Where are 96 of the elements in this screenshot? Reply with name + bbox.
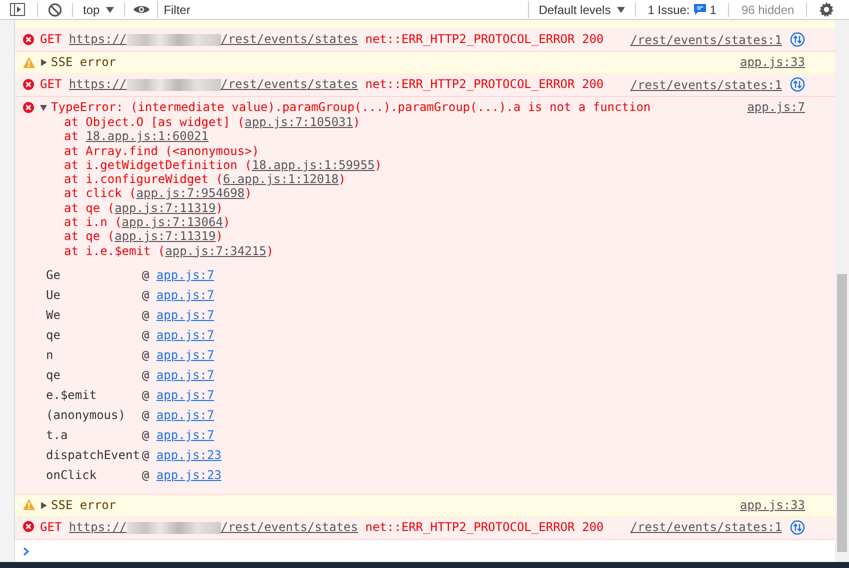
stack-trace-line: at i.getWidgetDefinition (18.app.js:1:59955) [64,158,383,172]
warning-message: SSE error [51,55,116,69]
frame-source-link[interactable]: app.js:7 [156,268,214,282]
issues-button[interactable]: 1 Issue: 1 [642,0,722,19]
at-sign: @ [142,448,150,462]
levels-dropdown[interactable]: Default levels [534,0,629,19]
context-dropdown[interactable]: top [79,0,118,19]
frame-source-link[interactable]: app.js:7 [156,368,214,382]
at-sign: @ [142,268,150,282]
source-link[interactable]: app.js:33 [740,55,805,69]
clear-console-icon[interactable] [48,2,62,16]
error-icon [23,34,34,44]
function-name: We [46,306,62,324]
function-name: qe [46,366,62,384]
request-url-link[interactable]: https:// /rest/events/states [68,77,358,91]
at-sign: @ [142,348,150,362]
at-sign: @ [142,288,150,302]
function-name: Ge [46,266,62,284]
stack-trace-line: at i.configureWidget (6.app.js:1:12018) [64,172,347,186]
source-link[interactable]: /rest/events/states:1 [630,78,782,92]
stack-link[interactable]: app.js:7:105031 [244,115,353,129]
at-sign: @ [142,308,150,322]
sidebar-toggle-icon[interactable] [10,3,24,16]
error-status: net::ERR_HTTP2_PROTOCOL_ERROR 200 [365,32,604,46]
request-method: GET [40,520,62,534]
at-sign: @ [142,388,150,402]
stack-link[interactable]: app.js:7:34215 [165,244,266,258]
stack-link[interactable]: app.js:7:954698 [136,186,245,200]
hidden-count: 96 hidden [740,2,796,16]
request-method: GET [40,32,62,46]
stack-trace-line: at i.n (app.js:7:13064) [64,215,232,230]
request-url-link[interactable]: https:// /rest/events/states [68,520,358,534]
expand-triangle-icon[interactable] [40,502,47,509]
frame-source-link[interactable]: app.js:7 [156,328,214,342]
stack-link[interactable]: app.js:7:11319 [114,229,216,244]
source-link[interactable]: /rest/events/states:1 [630,32,782,46]
error-status: net::ERR_HTTP2_PROTOCOL_ERROR 200 [365,520,604,534]
frame-source-link[interactable]: app.js:23 [156,468,222,482]
scrollbar-thumb[interactable] [837,274,847,552]
warning-message: SSE error [51,498,116,512]
eye-icon[interactable] [133,4,150,15]
frame-source-link[interactable]: app.js:7 [156,388,214,402]
stack-link[interactable]: app.js:7:13064 [122,215,223,230]
source-link[interactable]: /rest/events/states:1 [630,520,782,534]
function-name: qe [46,326,62,344]
source-link[interactable]: app.js:33 [740,498,805,512]
caret-icon [616,6,625,12]
stack-trace-line: at i.e.$emit (app.js:7:34215) [64,244,275,258]
at-sign: @ [142,428,150,442]
stack-link[interactable]: 18.app.js:1:60021 [86,129,209,144]
stack-trace-line: at 18.app.js:1:60021 [64,129,210,144]
function-name: Ue [46,286,62,304]
stack-trace-line: at Object.O [as widget] (app.js:7:105031) [64,115,362,130]
error-icon [23,521,34,532]
network-request-icon[interactable] [790,77,805,92]
function-name: (anonymous) [46,406,126,424]
filter-field[interactable]: Filter [156,1,529,18]
stack-trace-line: at click (app.js:7:954698) [64,186,253,201]
exception-message: TypeError: (intermediate value).paramGroup(...).paramGroup(...).a is not a function [51,100,651,114]
warning-icon [23,56,35,68]
frame-source-link[interactable]: app.js:7 [156,348,214,362]
stack-trace-line: at Array.find (<anonymous>) [64,144,260,158]
frame-source-link[interactable]: app.js:7 [156,408,214,422]
stack-link[interactable]: 6.app.js:1:12018 [222,172,339,186]
error-icon [23,78,34,90]
function-name: t.a [46,426,69,444]
function-name: n [46,346,54,364]
frame-source-link[interactable]: app.js:7 [156,288,214,302]
at-sign: @ [142,408,150,422]
function-name: e.$emit [46,386,98,404]
at-sign: @ [142,468,150,482]
expand-triangle-icon[interactable] [40,59,47,66]
caret-icon [106,6,114,12]
frame-source-link[interactable]: app.js:7 [156,308,214,322]
function-name: onClick [46,466,98,484]
prompt-chevron-icon [23,546,30,556]
stack-trace-line: at qe (app.js:7:11319) [64,229,224,244]
request-method: GET [40,77,62,91]
error-icon [23,102,34,112]
request-url-link[interactable]: https:// /rest/events/states [68,32,358,46]
at-sign: @ [142,368,150,382]
network-request-icon[interactable] [790,32,805,47]
frame-source-link[interactable]: app.js:23 [156,448,222,462]
message-icon [694,4,706,15]
settings-icon[interactable] [819,2,834,17]
stack-trace-line: at qe (app.js:7:11319) [64,200,224,216]
stack-link[interactable]: 18.app.js:1:59955 [252,158,375,172]
at-sign: @ [142,328,150,342]
collapse-triangle-icon[interactable] [40,104,47,111]
source-link[interactable]: app.js:7 [747,100,805,114]
error-status: net::ERR_HTTP2_PROTOCOL_ERROR 200 [365,77,604,91]
warning-icon [23,499,35,510]
network-request-icon[interactable] [790,520,805,535]
stack-link[interactable]: app.js:7:11319 [114,200,216,215]
frame-source-link[interactable]: app.js:7 [156,428,214,442]
function-name: dispatchEvent [46,446,140,464]
